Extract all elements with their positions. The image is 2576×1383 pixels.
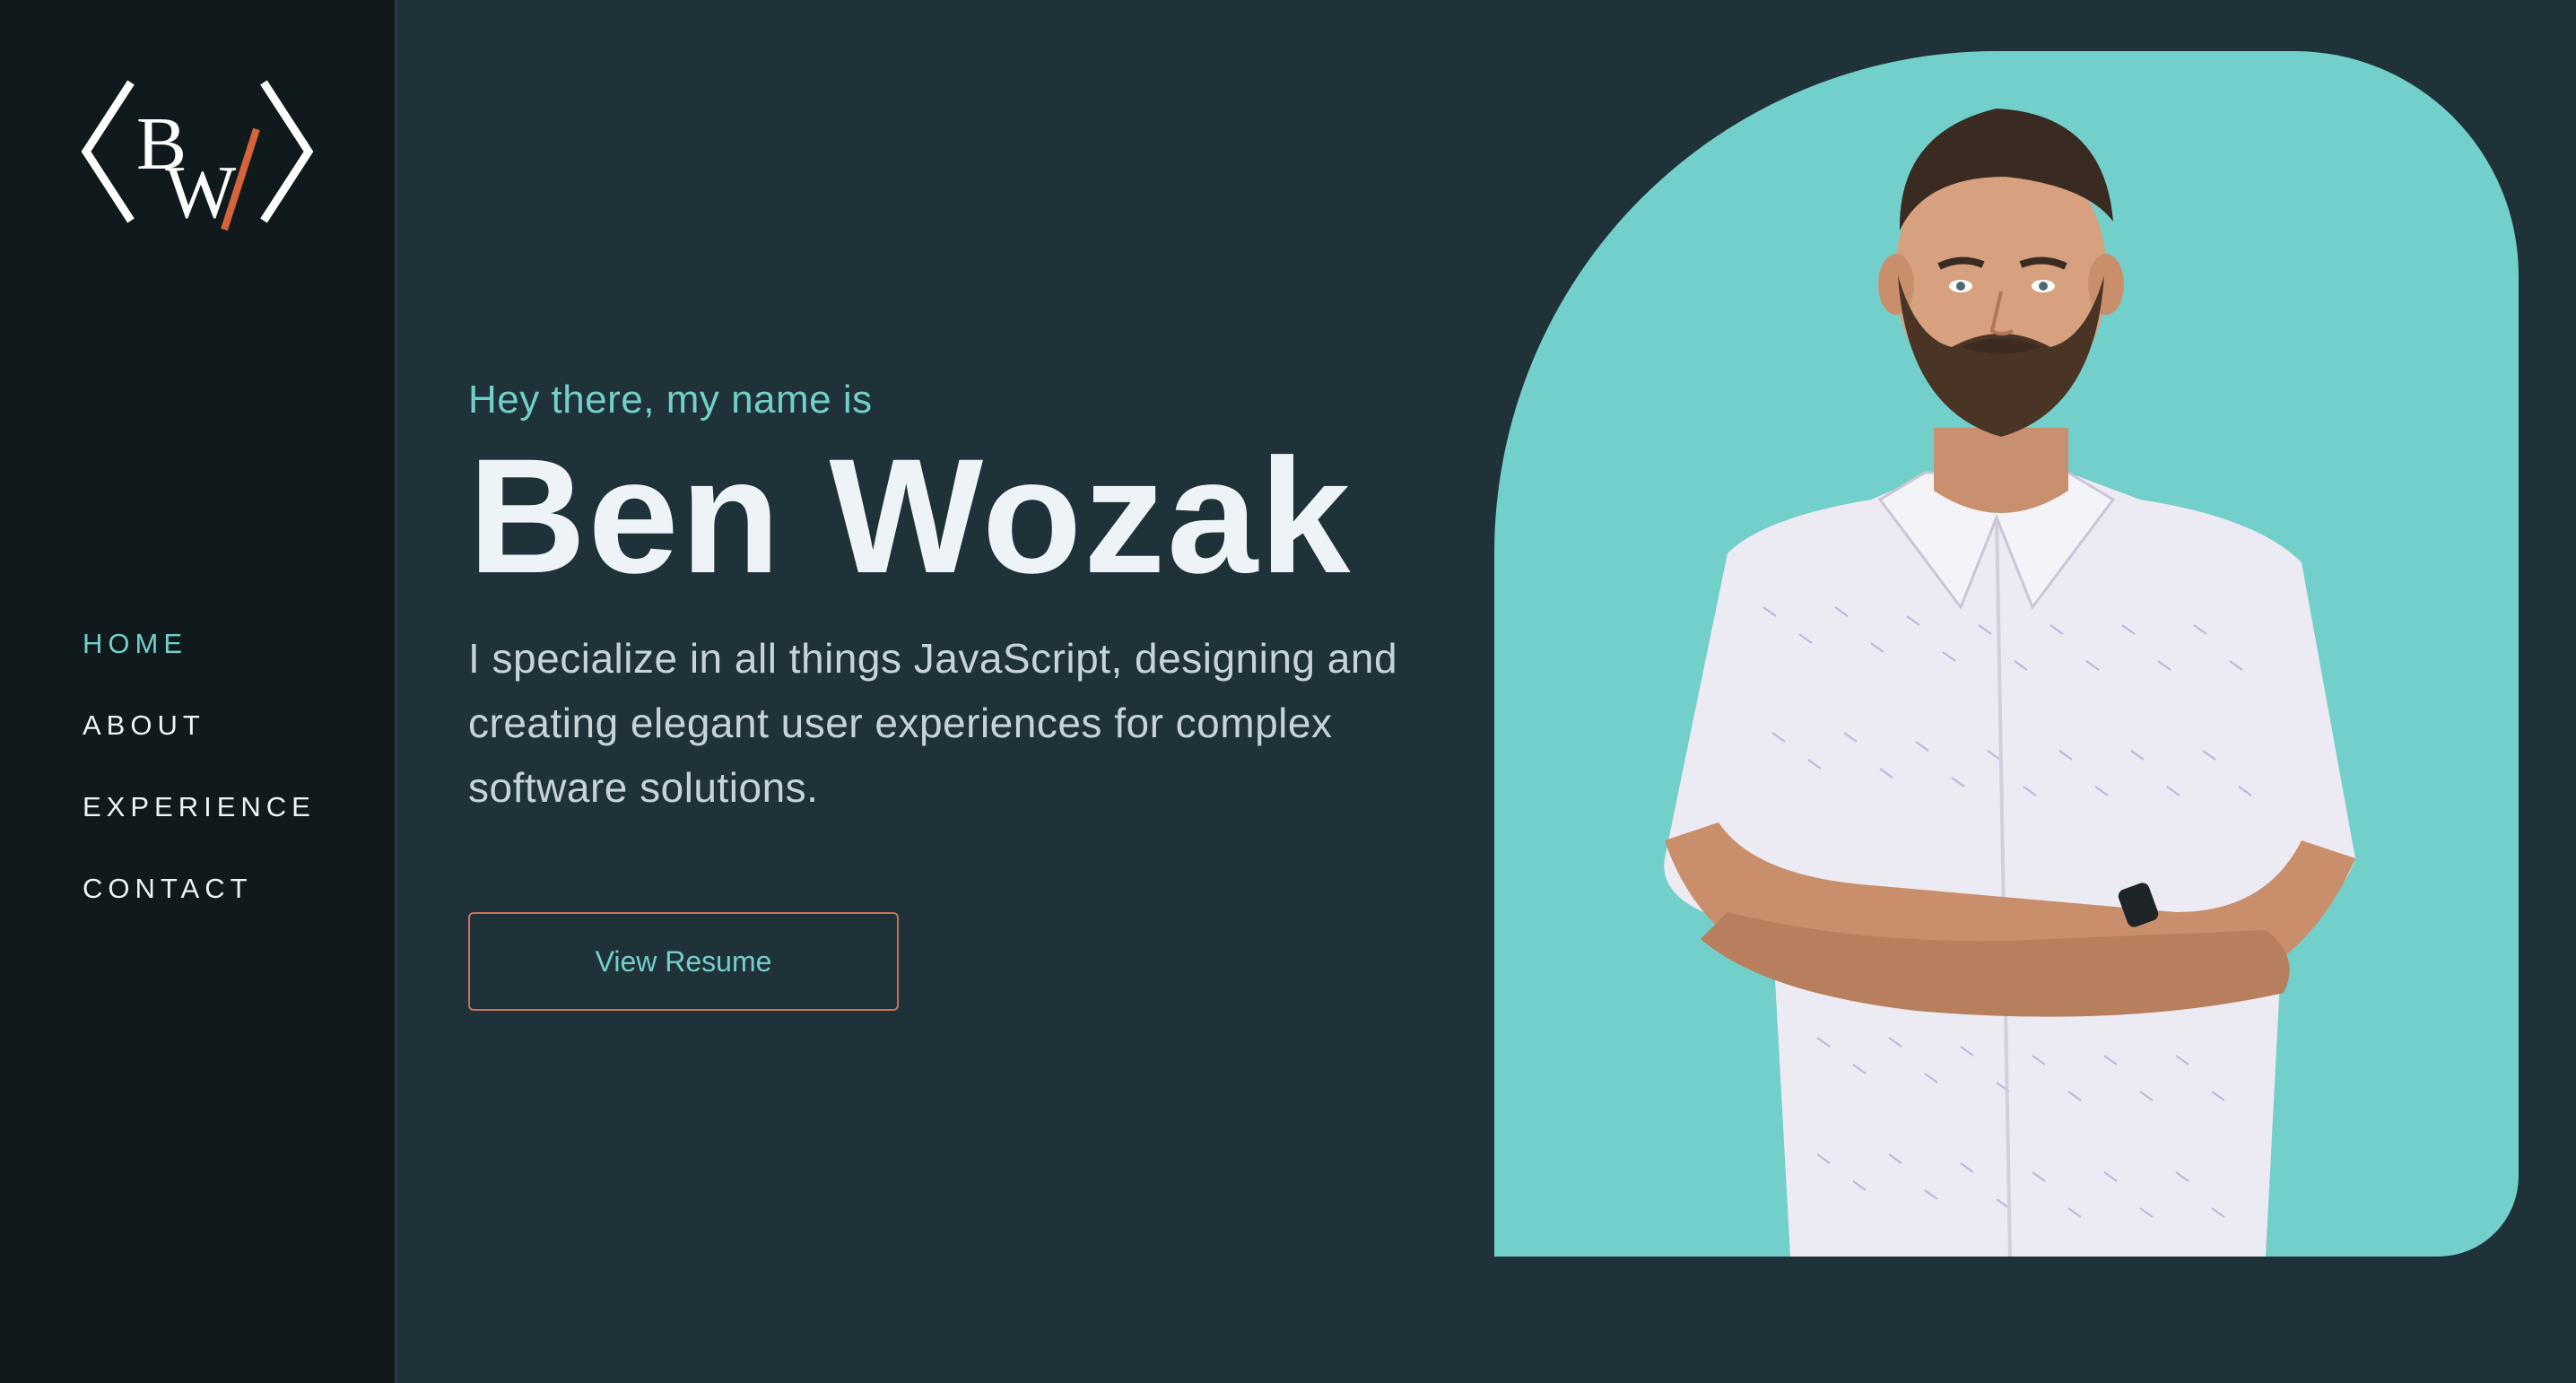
nav-item-experience: EXPERIENCE <box>83 791 316 873</box>
page: B W HOME ABOUT EXPERIENCE CONTACT Hey th… <box>0 0 2576 1383</box>
hero-tagline: I specialize in all things JavaScript, d… <box>468 635 1398 811</box>
nav-item-about: ABOUT <box>83 709 316 791</box>
profile-photo <box>1494 51 2519 1257</box>
main-nav: HOME ABOUT EXPERIENCE CONTACT <box>83 628 316 954</box>
hero-greeting: Hey there, my name is <box>468 378 873 422</box>
nav-item-home: HOME <box>83 628 316 709</box>
nav-link-home[interactable]: HOME <box>83 628 187 660</box>
hero-section: Hey there, my name is Ben Wozak I specia… <box>468 370 1473 820</box>
hero-name: Ben Wozak <box>468 424 1353 607</box>
nav-link-experience[interactable]: EXPERIENCE <box>83 791 316 823</box>
nav-link-about[interactable]: ABOUT <box>83 709 205 742</box>
view-resume-button[interactable]: View Resume <box>468 912 899 1011</box>
bw-logo[interactable]: B W <box>81 75 314 237</box>
nav-item-contact: CONTACT <box>83 873 316 954</box>
nav-link-contact[interactable]: CONTACT <box>83 873 253 905</box>
sidebar: B W HOME ABOUT EXPERIENCE CONTACT <box>0 0 396 1383</box>
